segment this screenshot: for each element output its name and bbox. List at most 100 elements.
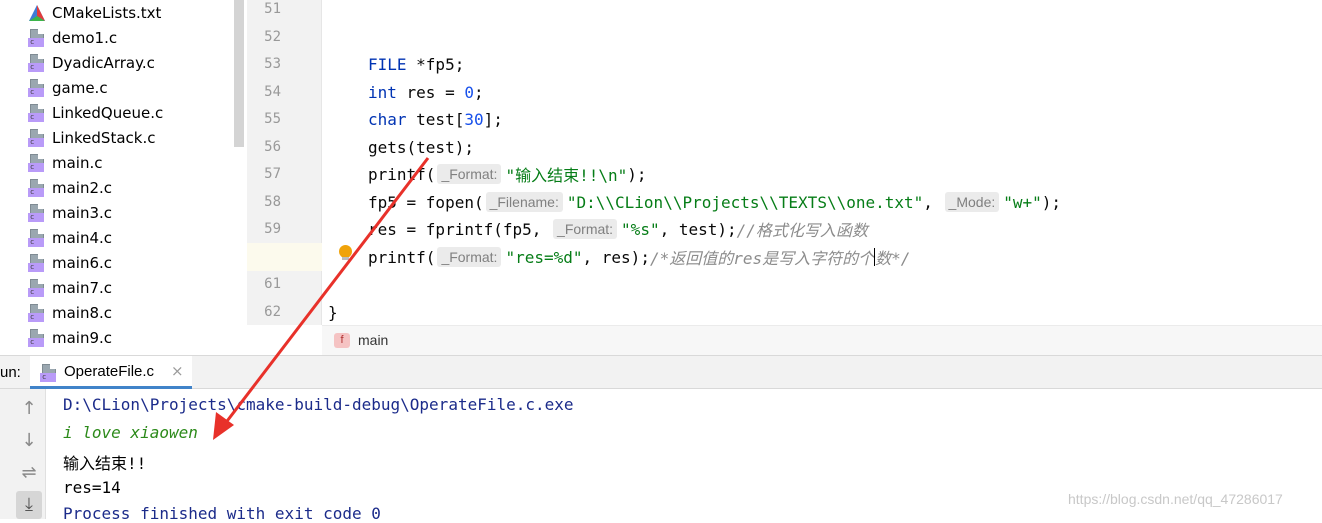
- code-text: printf(: [368, 247, 436, 267]
- number-literal: 0: [464, 82, 474, 102]
- code-line-59: res = fprintf(fp5, _Format: "%s", test); /…: [368, 215, 868, 243]
- code-text: );: [627, 164, 647, 184]
- c-file-icon: c: [28, 103, 46, 122]
- string-literal: "w+": [1003, 192, 1042, 212]
- scroll-to-end-icon[interactable]: ⤓: [16, 491, 42, 519]
- type-keyword: char: [368, 109, 407, 129]
- line-number: 53: [264, 56, 281, 72]
- tree-item[interactable]: c LinkedQueue.c: [28, 100, 163, 125]
- parameter-hint: _Mode:: [944, 192, 1000, 212]
- code-line-55: char test[30];: [368, 105, 503, 133]
- closing-brace: }: [328, 302, 338, 322]
- c-file-icon: c: [28, 153, 46, 172]
- code-text: test[: [406, 109, 465, 129]
- tree-item-label: main6.c: [52, 253, 113, 272]
- c-file-icon: c: [28, 28, 46, 47]
- c-file-icon: c: [28, 278, 46, 297]
- tree-item-label: CMakeLists.txt: [52, 3, 162, 22]
- code-text: printf(: [368, 164, 436, 184]
- run-toolbar: ↑ ↓ ⇌ ⤓: [0, 389, 46, 519]
- code-text: gets(test);: [368, 137, 474, 157]
- code-editor[interactable]: FILE *fp5; int res = 0; char test[30]; g…: [322, 0, 1322, 325]
- code-line-54: int res = 0;: [368, 78, 484, 106]
- tree-item[interactable]: c main4.c: [28, 225, 112, 250]
- code-line-62: }: [328, 298, 338, 326]
- c-file-icon: c: [28, 178, 46, 197]
- tree-item-label: main4.c: [52, 228, 113, 247]
- tree-item[interactable]: c game.c: [28, 75, 108, 100]
- tree-item[interactable]: c main3.c: [28, 200, 112, 225]
- console-finish-message: Process finished with exit code 0: [63, 504, 381, 523]
- tree-item[interactable]: CMakeLists.txt: [28, 0, 161, 25]
- tree-item[interactable]: c main6.c: [28, 250, 112, 275]
- string-literal: "res=%d": [505, 247, 583, 267]
- line-number: 59: [264, 221, 281, 237]
- line-number: 54: [264, 83, 281, 100]
- cmake-icon: [28, 4, 46, 22]
- soft-wrap-icon[interactable]: ⇌: [12, 459, 46, 487]
- run-tool-header: un: c OperateFile.c ×: [0, 355, 1322, 389]
- code-text: , res);: [582, 247, 650, 267]
- string-literal: "D:\\CLion\\Projects\\TEXTS\\one.txt": [566, 192, 924, 212]
- tree-item[interactable]: c LinkedStack.c: [28, 125, 155, 150]
- c-file-icon: c: [28, 328, 46, 347]
- arrow-down-icon[interactable]: ↓: [12, 427, 46, 455]
- line-number: 61: [264, 276, 281, 292]
- arrow-up-icon[interactable]: ↑: [12, 395, 46, 423]
- tree-item-label: main.c: [52, 153, 103, 172]
- tree-item[interactable]: c main9.c: [28, 325, 112, 350]
- tree-item-label: demo1.c: [52, 28, 118, 47]
- code-text: fp5 = fopen(: [368, 192, 484, 212]
- code-text: res =: [396, 82, 465, 102]
- line-number: 56: [264, 138, 281, 155]
- breadcrumb-function[interactable]: main: [358, 332, 388, 348]
- tree-item-label: main9.c: [52, 328, 113, 347]
- tree-item-label: main8.c: [52, 303, 113, 322]
- tree-item-label: main7.c: [52, 278, 113, 297]
- line-number: 57: [264, 166, 281, 182]
- tab-operatefile[interactable]: c OperateFile.c ×: [30, 356, 192, 389]
- code-text: ;: [473, 82, 484, 102]
- code-line-58: fp5 = fopen(_Filename: "D:\\CLion\\Projec…: [368, 188, 1061, 216]
- code-text: res = fprintf(fp5,: [368, 219, 552, 239]
- project-tree: CMakeLists.txt c demo1.c c DyadicArray.c c gam…: [0, 0, 247, 355]
- tab-label: OperateFile.c: [64, 363, 155, 380]
- console-exe-path: D:\CLion\Projects\cmake-build-debug\Oper…: [63, 395, 574, 414]
- tree-item[interactable]: c main2.c: [28, 175, 112, 200]
- tree-item[interactable]: c main.c: [28, 150, 103, 175]
- type-keyword: int: [368, 82, 397, 102]
- c-file-icon: c: [28, 228, 46, 247]
- code-line-56: gets(test);: [368, 133, 474, 161]
- c-file-icon: c: [28, 203, 46, 222]
- parameter-hint: _Filename:: [485, 192, 563, 212]
- code-line-60: printf(_Format: "res=%d", res);/*返回值的res是…: [368, 243, 910, 271]
- line-number: 51: [264, 1, 281, 17]
- tree-item[interactable]: c demo1.c: [28, 25, 117, 50]
- tree-item-label: DyadicArray.c: [52, 53, 155, 72]
- editor-breadcrumb: f main: [322, 325, 1322, 355]
- c-file-icon: c: [28, 78, 46, 97]
- tree-item-label: LinkedQueue.c: [52, 103, 164, 122]
- code-text: , test);: [659, 219, 737, 239]
- code-comment: //格式化写入函数: [736, 221, 868, 240]
- string-literal: "输入结束!!\n": [505, 166, 628, 185]
- tree-item[interactable]: c main8.c: [28, 300, 112, 325]
- c-file-icon: c: [40, 364, 58, 382]
- line-number: 55: [264, 111, 281, 127]
- function-icon: f: [334, 333, 350, 348]
- tree-item-label: game.c: [52, 78, 108, 97]
- watermark: https://blog.csdn.net/qq_47286017: [1068, 491, 1283, 507]
- code-line-57: printf(_Format: "输入结束!!\n");: [368, 160, 647, 188]
- code-text: );: [1041, 192, 1062, 212]
- code-text: ];: [483, 109, 503, 129]
- run-label: un:: [0, 364, 21, 381]
- line-number: 62: [264, 303, 281, 320]
- code-comment: /*返回值的res是写入字符的个: [649, 249, 875, 268]
- tree-item[interactable]: c main7.c: [28, 275, 112, 300]
- tree-scrollbar[interactable]: [234, 0, 244, 147]
- close-icon[interactable]: ×: [171, 362, 184, 380]
- tree-item[interactable]: c DyadicArray.c: [28, 50, 155, 75]
- parameter-hint: _Format:: [437, 247, 502, 267]
- parameter-hint: _Format:: [437, 164, 502, 184]
- tree-item-label: LinkedStack.c: [52, 128, 156, 147]
